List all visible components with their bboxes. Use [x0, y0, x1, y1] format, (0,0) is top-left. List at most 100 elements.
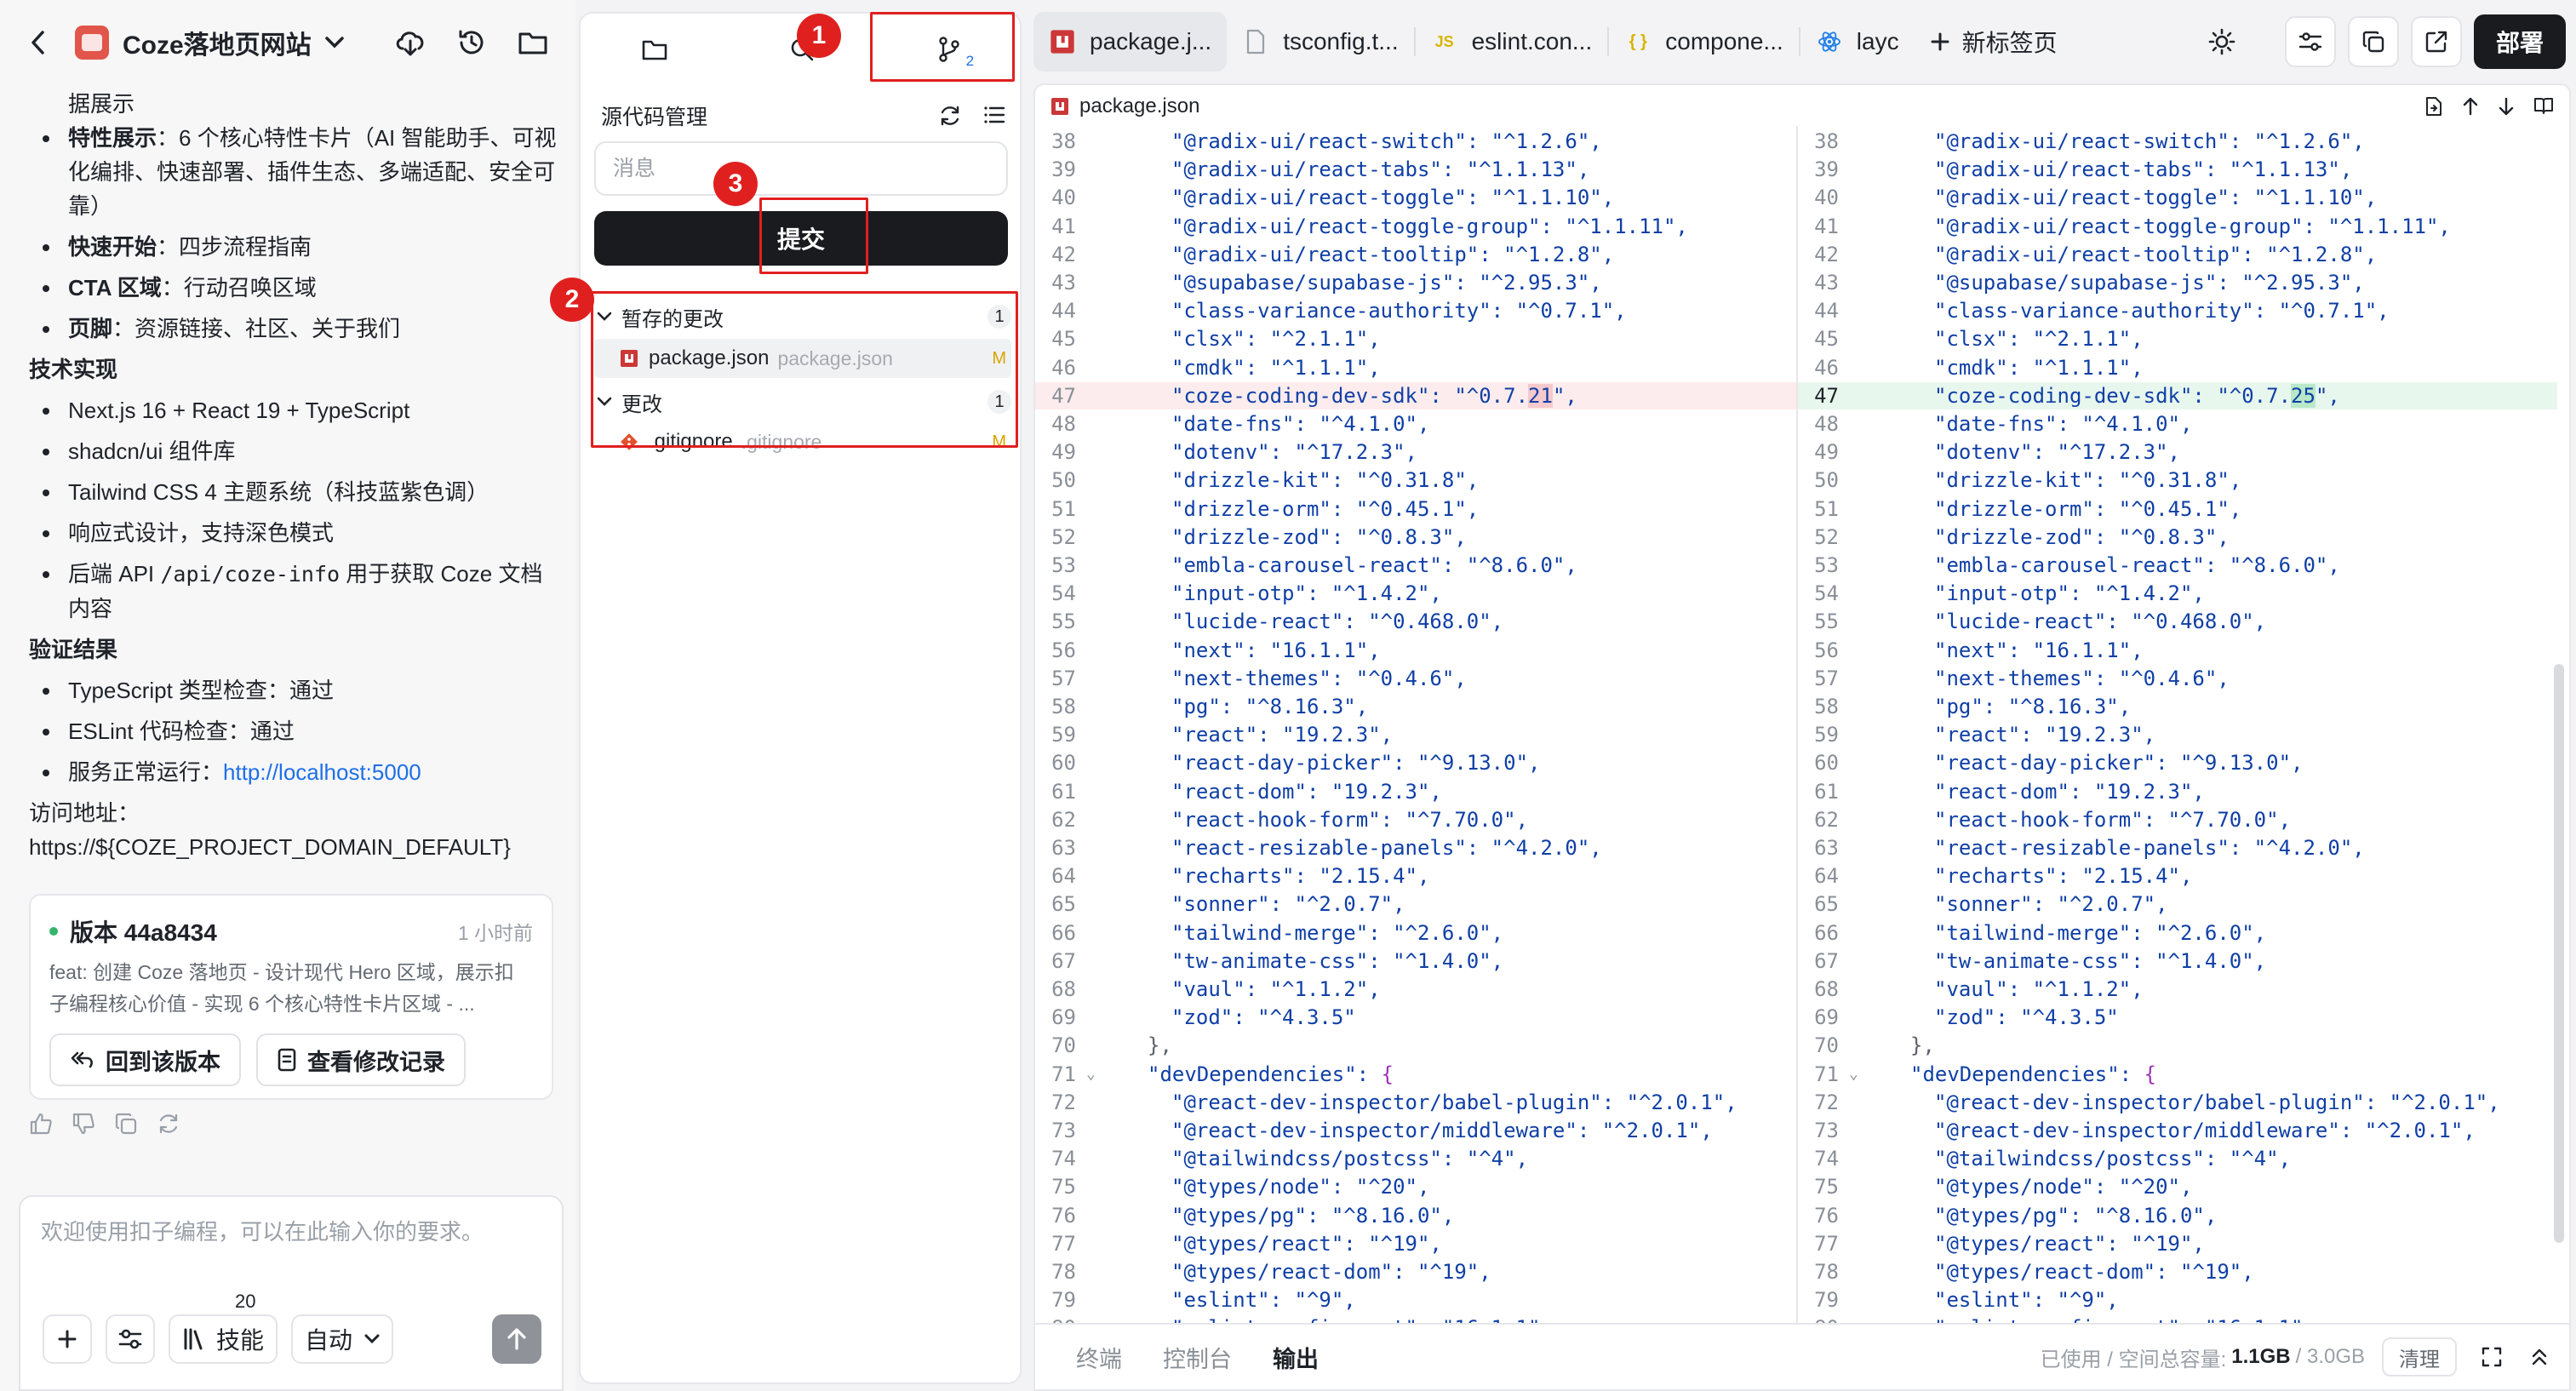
code-line: 59 "react": "19.2.3", — [1798, 721, 2557, 748]
vertical-scrollbar[interactable] — [2554, 664, 2564, 1243]
npm-icon — [1049, 28, 1076, 55]
commit-message-input[interactable] — [594, 141, 1008, 196]
tab-terminal[interactable]: 终端 — [1076, 1341, 1122, 1374]
code-line: 44 "class-variance-authority": "^0.7.1", — [1798, 297, 2557, 324]
code-line: 52 "drizzle-zod": "^0.8.3", — [1798, 524, 2557, 551]
diff-modified-pane[interactable]: 38 "@radix-ui/react-switch": "^1.2.6", 39 "… — [1798, 126, 2557, 1323]
line-number: 53 — [1051, 553, 1076, 577]
deploy-button[interactable]: 部署 — [2473, 14, 2566, 69]
fold-chevron-icon[interactable]: ⌄ — [1849, 1061, 1858, 1088]
collapse-panel-button[interactable] — [2527, 1344, 2552, 1370]
code-line: 74 "@tailwindcss/postcss": "^4", — [1798, 1145, 2557, 1172]
annotation-box-2 — [591, 291, 1018, 448]
localhost-link[interactable]: http://localhost:5000 — [223, 759, 421, 785]
code-line: 43 "@supabase/supabase-js": "^2.95.3", — [1035, 269, 1796, 296]
js-icon: JS — [1434, 32, 1454, 50]
line-number: 48 — [1051, 412, 1076, 436]
project-name[interactable]: Coze落地页网站 — [123, 24, 312, 61]
line-number: 68 — [1051, 977, 1076, 1001]
tab-output[interactable]: 输出 — [1273, 1341, 1319, 1374]
thumbs-down-button[interactable] — [72, 1112, 95, 1136]
line-code: "@react-dev-inspector/middleware": "^2.0… — [1934, 1119, 2476, 1142]
line-code: "eslint-config-next": "16.1.1", — [1934, 1314, 2316, 1323]
thumbs-up-button[interactable] — [29, 1112, 53, 1136]
tab-eslint-config[interactable]: JS eslint.con... — [1416, 12, 1608, 72]
copy-button[interactable] — [114, 1112, 138, 1136]
item-text: 后端 API — [68, 561, 161, 587]
cloud-download-button[interactable] — [385, 17, 436, 68]
code-line: 78 "@types/react-dom": "^19", — [1035, 1258, 1796, 1285]
section-heading: 验证结果 — [29, 637, 118, 662]
diff-header: package.json — [1035, 85, 2569, 128]
code-line: 64 "recharts": "2.15.4", — [1798, 862, 2557, 890]
usage-total: / 3.0GB — [2295, 1345, 2365, 1368]
chat-input[interactable] — [41, 1219, 543, 1245]
view-history-label: 查看修改记录 — [307, 1049, 445, 1075]
next-change-button[interactable] — [2498, 96, 2515, 117]
tab-components-json[interactable]: { } compone... — [1609, 12, 1799, 72]
code-line: 53 "embla-carousel-react": "^8.6.0", — [1035, 552, 1796, 579]
rollback-button[interactable]: 回到该版本 — [49, 1033, 241, 1086]
line-number: 63 — [1051, 836, 1076, 860]
code-line: 70}, — [1035, 1032, 1796, 1059]
line-number: 74 — [1814, 1147, 1839, 1171]
project-logo — [75, 26, 109, 60]
open-file-button[interactable] — [2424, 96, 2443, 117]
tab-explorer[interactable] — [581, 14, 728, 85]
line-number: 71 — [1814, 1062, 1839, 1086]
book-view-button[interactable] — [2533, 96, 2554, 117]
code-line: 77 "@types/react": "^19", — [1035, 1230, 1796, 1257]
thumbs-down-icon — [72, 1113, 94, 1135]
regenerate-button[interactable] — [157, 1112, 180, 1136]
code-line: 74 "@tailwindcss/postcss": "^4", — [1035, 1145, 1796, 1172]
view-history-button[interactable]: 查看修改记录 — [256, 1033, 466, 1086]
send-button[interactable] — [492, 1314, 541, 1364]
thumbs-up-icon — [30, 1113, 52, 1135]
add-button[interactable] — [43, 1314, 92, 1364]
code-line: 39 "@radix-ui/react-tabs": "^1.1.13", — [1798, 156, 2557, 183]
line-number: 57 — [1051, 666, 1076, 690]
tab-layout[interactable]: layc — [1800, 12, 1915, 72]
duplicate-button[interactable] — [2347, 16, 2399, 67]
line-number: 62 — [1814, 807, 1839, 832]
theme-toggle-button[interactable] — [2196, 16, 2247, 67]
mode-select[interactable]: 自动 — [291, 1314, 394, 1364]
code-line: 54 "input-otp": "^1.4.2", — [1035, 580, 1796, 607]
line-number: 38 — [1814, 129, 1839, 153]
copy-icon — [115, 1113, 137, 1135]
npm-icon — [1051, 98, 1068, 115]
compare-button[interactable] — [2284, 16, 2336, 67]
annotation-badge-2: 2 — [550, 278, 594, 322]
skills-button[interactable]: 技能 20 — [169, 1291, 278, 1364]
history-button[interactable] — [446, 17, 497, 68]
diff-toolbar — [2424, 96, 2569, 117]
folder-button[interactable] — [507, 17, 558, 68]
clear-button[interactable]: 清理 — [2382, 1337, 2457, 1377]
added-line: 47 "coze-coding-dev-sdk": "^0.7.25", — [1798, 381, 2557, 409]
previous-change-button[interactable] — [2462, 96, 2479, 117]
project-dropdown-button[interactable] — [320, 17, 349, 68]
cloud-download-icon — [396, 31, 424, 56]
tab-tsconfig[interactable]: tsconfig.t... — [1227, 12, 1413, 72]
new-tab-button[interactable]: 新标签页 — [1915, 12, 2073, 72]
settings-button[interactable] — [106, 1314, 155, 1364]
list-view-button[interactable] — [982, 104, 1006, 128]
line-code: "react-resizable-panels": "^4.2.0", — [1171, 836, 1602, 860]
open-external-button[interactable] — [2410, 16, 2462, 67]
code-line: 75 "@types/node": "^20", — [1035, 1173, 1796, 1200]
fullscreen-button[interactable] — [2479, 1344, 2504, 1370]
code-line: 71 ⌄ "devDependencies": { — [1798, 1061, 2557, 1088]
line-code: "coze-coding-dev-sdk": "^0.7.25", — [1934, 383, 2340, 408]
back-button[interactable] — [17, 17, 60, 68]
diff-original-pane[interactable]: 38 "@radix-ui/react-switch": "^1.2.6", 39 "… — [1035, 126, 1798, 1323]
refresh-button[interactable] — [938, 104, 962, 128]
line-code: "devDependencies": { — [1148, 1062, 1394, 1086]
editor-area: package.j... tsconfig.t... JS eslint.con… — [1027, 0, 2576, 1391]
chat-input-box: 技能 20 自动 — [19, 1195, 564, 1391]
fold-chevron-icon[interactable]: ⌄ — [1086, 1061, 1096, 1088]
tab-console[interactable]: 控制台 — [1163, 1341, 1232, 1374]
chevron-down-icon — [324, 37, 344, 49]
line-code: "dotenv": "^17.2.3", — [1934, 440, 2180, 465]
tab-package-json[interactable]: package.j... — [1033, 12, 1228, 72]
file-icon — [1242, 28, 1269, 55]
